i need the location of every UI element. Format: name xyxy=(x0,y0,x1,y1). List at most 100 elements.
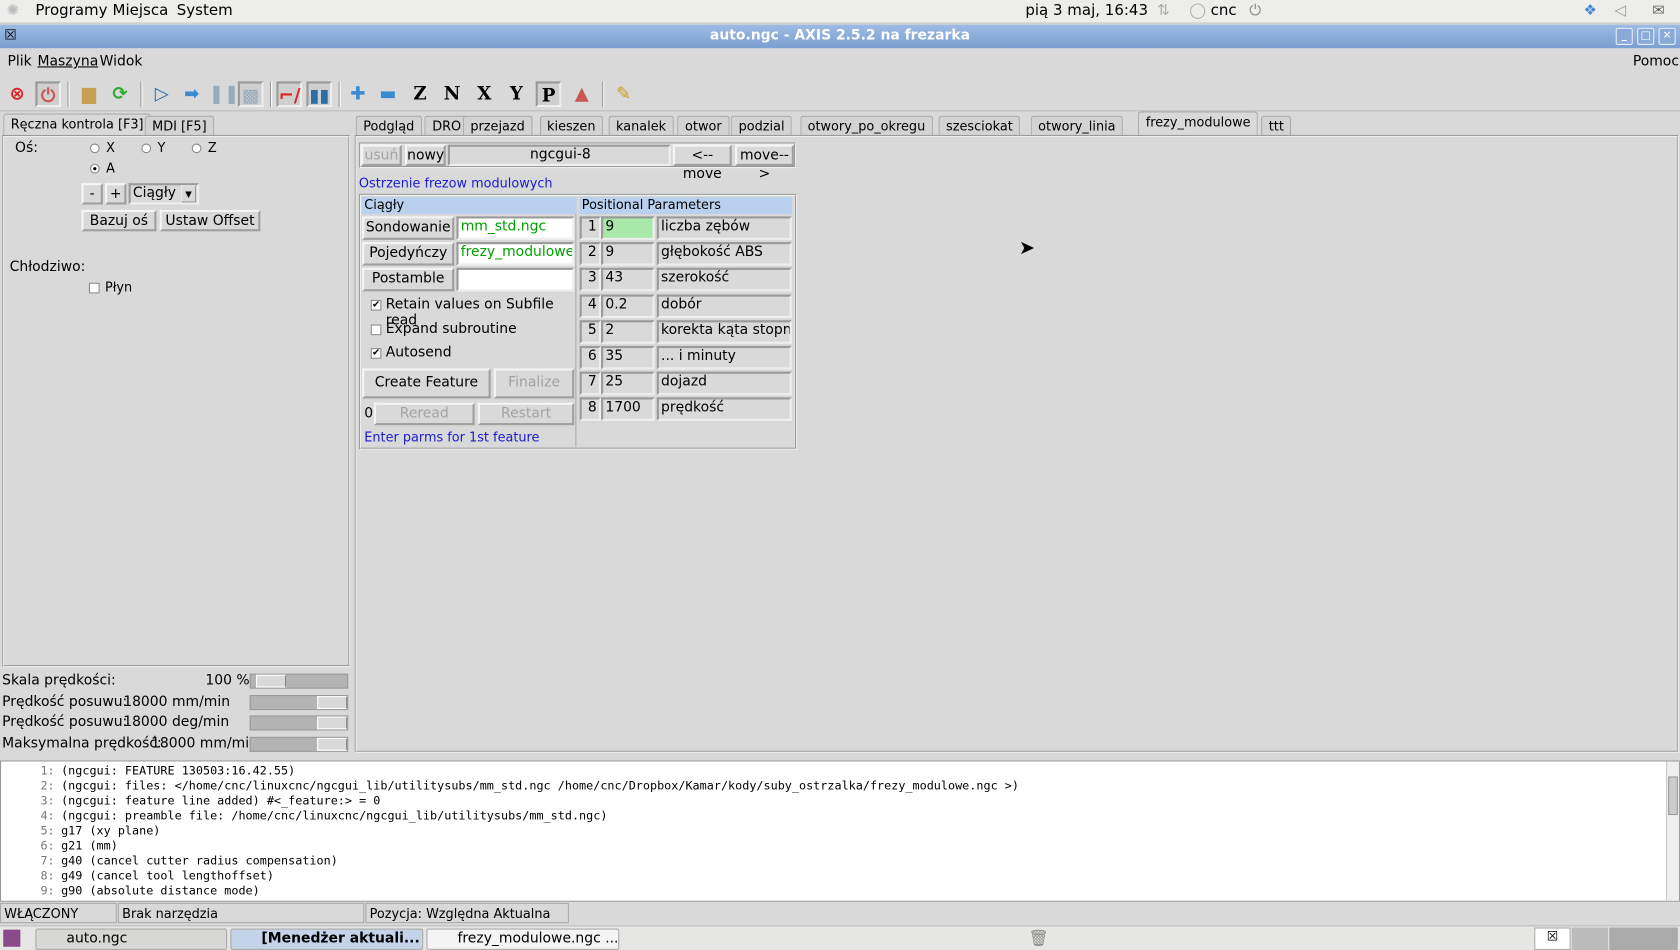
open-file-icon[interactable]: ▆ xyxy=(76,81,102,107)
param-value-input[interactable]: 43 xyxy=(601,268,655,292)
volume-icon[interactable]: ◁ xyxy=(1615,2,1627,19)
power-icon[interactable]: ⏻ xyxy=(35,81,62,108)
pause-icon[interactable]: ❚❚ xyxy=(209,81,240,107)
new-page-button[interactable]: nowy xyxy=(404,144,446,167)
optional-stop-icon[interactable]: ▮▮ xyxy=(306,81,333,108)
tab-szesciokat[interactable]: szesciokat xyxy=(938,115,1021,138)
dropbox-icon[interactable]: ❖ xyxy=(1584,2,1597,19)
move-right-button[interactable]: move--> xyxy=(734,144,794,182)
param-value-input[interactable]: 1700 xyxy=(601,397,655,422)
jog-mode-select[interactable]: Ciągły ▼ xyxy=(128,183,200,205)
menu-widok[interactable]: Widok xyxy=(100,54,143,70)
coolant-flood-checkbox[interactable] xyxy=(88,282,100,294)
file-pojedyńczy-input[interactable]: frezy_modulowe.r xyxy=(456,242,575,266)
file-sondowanie-button[interactable]: Sondowanie xyxy=(362,216,455,240)
speed-slider[interactable] xyxy=(249,673,349,689)
menu-system[interactable]: System xyxy=(177,2,233,19)
menu-miejsca[interactable]: Miejsca xyxy=(112,2,168,19)
zoom-out-icon[interactable]: ▬ xyxy=(375,81,401,107)
menu-maszyna[interactable]: Maszyna xyxy=(37,54,98,70)
slider-handle[interactable] xyxy=(317,737,348,751)
finalize-button[interactable]: Finalize xyxy=(493,368,575,399)
speed-slider[interactable] xyxy=(249,694,349,710)
clock[interactable]: pią 3 maj, 16:43 xyxy=(1025,2,1148,19)
speed-slider[interactable] xyxy=(249,715,349,731)
maximize-button[interactable]: □ xyxy=(1637,27,1655,45)
file-pojedyńczy-button[interactable]: Pojedyńczy xyxy=(362,242,455,266)
scrollbar-thumb[interactable] xyxy=(1668,776,1678,816)
show-desktop-icon[interactable] xyxy=(3,929,21,947)
view-z2-icon[interactable]: N xyxy=(439,81,465,107)
menu-pomoc[interactable]: Pomoc xyxy=(1633,54,1679,70)
reread-button[interactable]: Reread xyxy=(373,402,475,426)
tab-otwory_po_okregu[interactable]: otwory_po_okregu xyxy=(800,115,933,138)
restart-button[interactable]: Restart xyxy=(477,402,575,426)
task-frezy-modulowe[interactable]: frezy_modulowe.ngc ... xyxy=(426,928,620,950)
task-update-manager[interactable]: [Menedżer aktuali... xyxy=(230,928,424,950)
block-delete-icon[interactable]: ⌐/ xyxy=(276,81,303,108)
option-checkbox[interactable] xyxy=(370,323,382,335)
power-icon[interactable]: ⏻ xyxy=(1249,2,1261,19)
axis-x-radio[interactable] xyxy=(89,143,100,154)
delete-page-button[interactable]: usuń xyxy=(361,144,402,167)
minimize-button[interactable]: _ xyxy=(1615,27,1633,45)
tab-kieszen[interactable]: kieszen xyxy=(539,115,603,138)
tab-manual-control[interactable]: Ręczna kontrola [F3] xyxy=(3,113,152,138)
menu-plik[interactable]: Plik xyxy=(7,54,31,70)
clear-plot-icon[interactable]: ✎ xyxy=(611,81,637,107)
axis-y-radio[interactable] xyxy=(141,143,152,154)
option-checkbox[interactable]: ✔ xyxy=(370,348,382,359)
file-sondowanie-input[interactable]: mm_std.ngc xyxy=(456,216,575,240)
network-icon[interactable]: ⇅ xyxy=(1157,2,1170,19)
axis-z-radio[interactable] xyxy=(191,143,202,154)
slider-handle[interactable] xyxy=(256,674,287,688)
tab-frezy_modulowe[interactable]: frezy_modulowe xyxy=(1138,111,1259,135)
param-value-input[interactable]: 9 xyxy=(601,242,655,266)
tab-podzial[interactable]: podzial xyxy=(731,115,793,138)
trash-icon[interactable]: 🗑 xyxy=(1029,929,1049,948)
run-icon[interactable]: ▷ xyxy=(149,81,175,107)
tab-ttt[interactable]: ttt xyxy=(1261,115,1292,138)
workspace-3[interactable] xyxy=(1609,927,1678,950)
view-y-icon[interactable]: Y xyxy=(504,81,530,107)
file-postamble-input[interactable] xyxy=(456,267,575,292)
file-postamble-button[interactable]: Postamble xyxy=(362,267,455,292)
tab-otwory_linia[interactable]: otwory_linia xyxy=(1030,115,1124,138)
view-p-icon[interactable]: P xyxy=(535,81,562,108)
move-left-button[interactable]: <--move xyxy=(672,144,732,182)
rotate-view-icon[interactable]: ▲ xyxy=(569,81,595,107)
close-button[interactable]: ✕ xyxy=(1658,27,1676,45)
param-value-input[interactable]: 25 xyxy=(601,371,655,396)
view-x-icon[interactable]: X xyxy=(471,81,497,107)
chat-icon[interactable]: ◯ xyxy=(1189,2,1206,19)
tab-przejazd[interactable]: przejazd xyxy=(462,115,533,138)
step-icon[interactable]: ➡ xyxy=(179,81,205,107)
param-value-input[interactable]: 2 xyxy=(601,320,655,344)
estop-icon[interactable]: ⊗ xyxy=(4,81,30,107)
console-scrollbar[interactable] xyxy=(1666,761,1679,901)
axis-a-radio[interactable] xyxy=(89,163,100,174)
param-value-input[interactable]: 0.2 xyxy=(601,294,655,318)
zoom-in-icon[interactable]: ✚ xyxy=(345,81,371,107)
tab-kanalek[interactable]: kanalek xyxy=(608,115,674,138)
slider-handle[interactable] xyxy=(317,695,348,709)
page-name-field[interactable]: ngcgui-8 xyxy=(447,144,671,167)
gcode-console[interactable]: 1: (ngcgui: FEATURE 130503:16.42.55) 2: (ng… xyxy=(0,760,1680,902)
option-checkbox[interactable]: ✔ xyxy=(370,299,382,311)
task-auto-ngc[interactable]: auto.ngc xyxy=(35,928,228,950)
tab-podgląd[interactable]: Podgląd xyxy=(355,115,422,138)
jog-plus-button[interactable]: + xyxy=(104,183,127,205)
tab-otwor[interactable]: otwor xyxy=(677,115,730,138)
jog-minus-button[interactable]: - xyxy=(81,183,103,205)
mail-icon[interactable]: ✉ xyxy=(1652,2,1665,19)
reload-icon[interactable]: ⟳ xyxy=(107,81,133,107)
set-offset-button[interactable]: Ustaw Offset xyxy=(159,209,261,232)
stop-icon[interactable]: ▩ xyxy=(237,81,264,108)
param-value-input[interactable]: 9 xyxy=(601,216,655,240)
create-feature-button[interactable]: Create Feature xyxy=(362,368,491,399)
home-axis-button[interactable]: Bazuj oś xyxy=(81,209,157,232)
slider-handle[interactable] xyxy=(317,716,348,730)
workspace-2[interactable] xyxy=(1571,927,1609,950)
menu-programy[interactable]: Programy xyxy=(35,2,107,19)
tab-mdi[interactable]: MDI [F5] xyxy=(144,115,215,138)
